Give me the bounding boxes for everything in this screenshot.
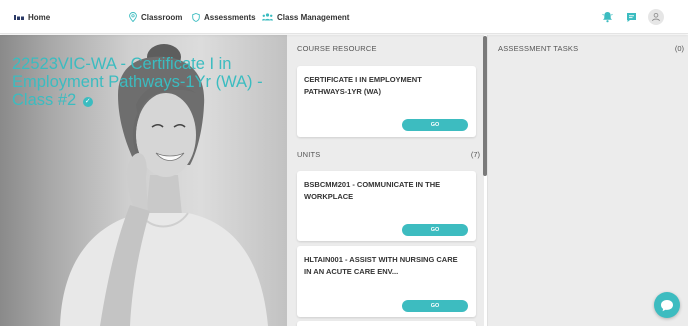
class-hero-banner: 22523VIC-WA - Certificate I in Employmen… bbox=[0, 35, 287, 326]
unit-go-button[interactable]: GO bbox=[402, 300, 468, 312]
bell-icon[interactable] bbox=[600, 10, 614, 24]
units-heading: UNITS bbox=[297, 150, 321, 159]
assessment-tasks-heading: ASSESSMENT TASKS bbox=[498, 44, 579, 53]
assessment-tasks-count: (0) bbox=[674, 44, 684, 53]
nav-class-management[interactable]: Class Management bbox=[262, 9, 349, 25]
unit-go-button[interactable]: GO bbox=[402, 224, 468, 236]
nav-classroom[interactable]: Classroom bbox=[129, 9, 182, 25]
unit-title: HLTAIN001 - ASSIST WITH NURSING CARE IN … bbox=[304, 255, 458, 276]
unit-card[interactable]: HLTAIN001 - ASSIST WITH NURSING CARE IN … bbox=[297, 246, 476, 317]
chat-bubble-icon[interactable] bbox=[654, 292, 680, 318]
top-navigation: Home Classroom Assessments Class Managem… bbox=[0, 0, 688, 34]
chat-icon[interactable] bbox=[624, 10, 638, 24]
nav-classroom-label: Classroom bbox=[141, 12, 183, 22]
user-avatar-icon[interactable] bbox=[648, 9, 664, 25]
units-count: (7) bbox=[470, 150, 480, 159]
course-resource-heading: COURSE RESOURCE bbox=[297, 44, 377, 53]
nav-class-management-label: Class Management bbox=[277, 12, 350, 22]
unit-card[interactable]: BSBCMM201 - COMMUNICATE IN THE WORKPLACE… bbox=[297, 171, 476, 241]
course-content-column: COURSE RESOURCE CERTIFICATE I IN EMPLOYM… bbox=[287, 35, 484, 326]
users-icon bbox=[262, 13, 273, 21]
assessment-tasks-column: ASSESSMENT TASKS (0) bbox=[487, 35, 688, 326]
nav-assessments[interactable]: Assessments bbox=[192, 9, 256, 25]
map-pin-icon bbox=[129, 12, 137, 22]
course-resource-go-button[interactable]: GO bbox=[402, 119, 468, 131]
shield-icon bbox=[192, 12, 200, 22]
nav-home[interactable]: Home bbox=[14, 9, 50, 25]
verified-check-icon: ✓ bbox=[82, 97, 93, 107]
nav-assessments-label: Assessments bbox=[204, 12, 256, 22]
unit-card-partial[interactable] bbox=[297, 321, 476, 326]
class-title-text: 22523VIC-WA - Certificate I in Employmen… bbox=[12, 55, 263, 109]
course-resource-title: CERTIFICATE I IN EMPLOYMENT PATHWAYS-1YR… bbox=[304, 75, 422, 96]
nav-home-label: Home bbox=[28, 12, 51, 22]
unit-title: BSBCMM201 - COMMUNICATE IN THE WORKPLACE bbox=[304, 180, 441, 201]
home-icon bbox=[14, 14, 24, 20]
course-resource-card[interactable]: CERTIFICATE I IN EMPLOYMENT PATHWAYS-1YR… bbox=[297, 66, 476, 137]
class-title: 22523VIC-WA - Certificate I in Employmen… bbox=[12, 55, 274, 109]
